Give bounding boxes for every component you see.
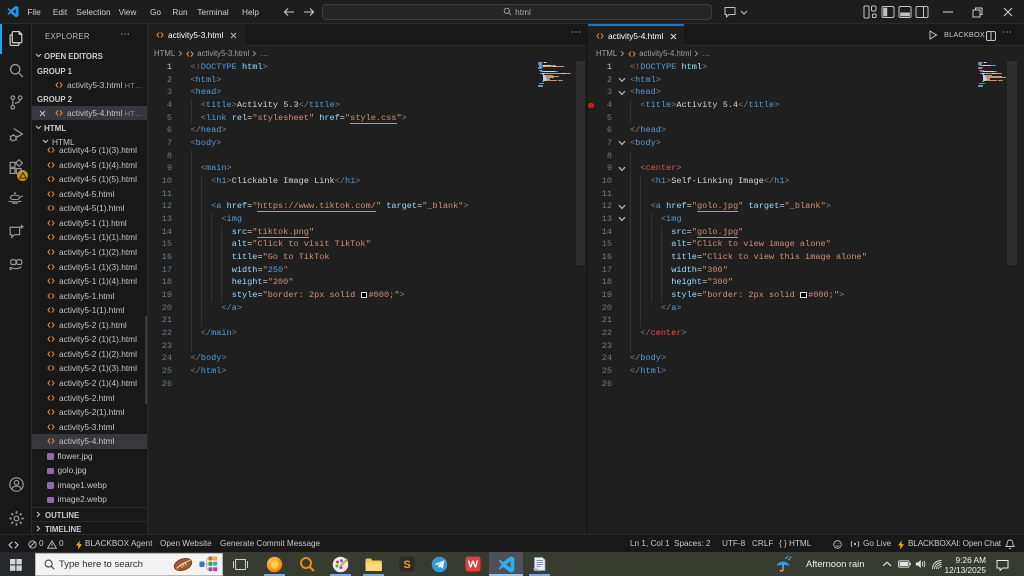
- svg-text:S: S: [403, 559, 410, 571]
